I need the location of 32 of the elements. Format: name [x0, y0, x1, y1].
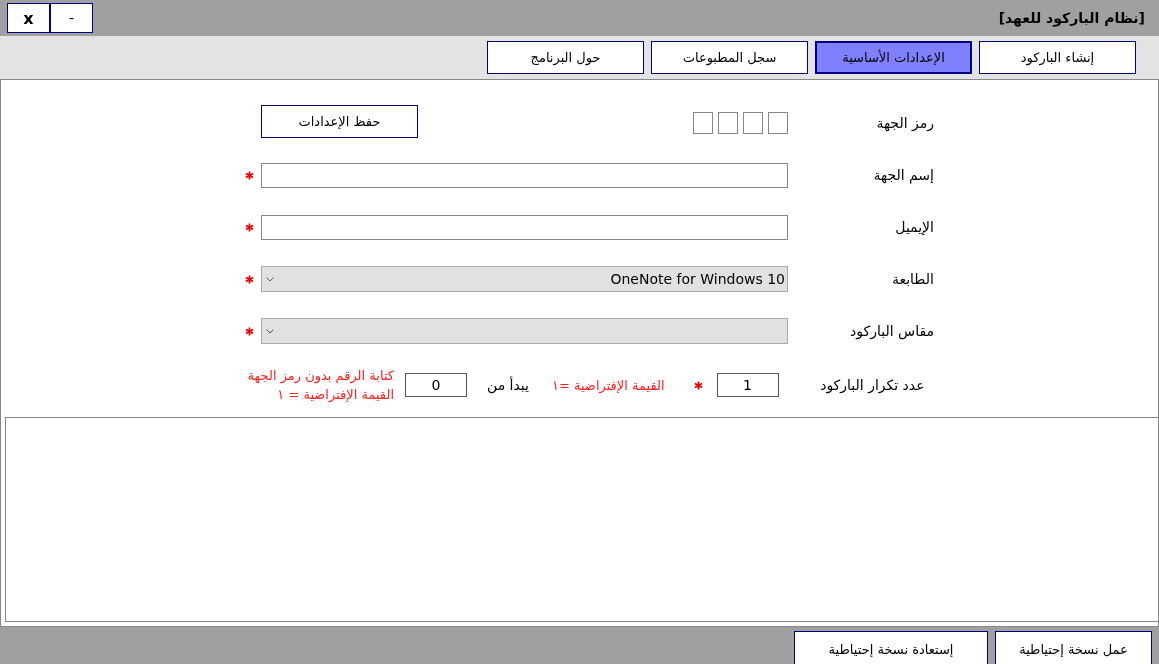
field-label: إسم الجهة: [872, 167, 934, 183]
code-field[interactable]: [743, 112, 763, 134]
chevron-icon: [266, 328, 274, 334]
tab[interactable]: حول البرنامج: [487, 41, 644, 74]
field-label: الإيميل: [894, 219, 934, 235]
start-field[interactable]: 0: [405, 373, 467, 397]
field-label: يبدأ من: [487, 377, 529, 393]
field-label: الطابعة: [890, 271, 934, 287]
window-title: [نظام الباركود للعهد]: [998, 10, 1145, 26]
chevron-icon: [266, 276, 274, 282]
field-label: مقاس الباركود: [849, 323, 934, 339]
hint-text: القيمة الإفتراضية =١: [551, 377, 665, 393]
minimize-button[interactable]: -: [50, 3, 93, 33]
code-field[interactable]: [768, 112, 788, 134]
hint-text: القيمة الإفتراضية = ١: [277, 387, 394, 402]
backup-button[interactable]: إستعادة نسخة إحتياطية: [794, 631, 988, 664]
repeat-field[interactable]: 1: [716, 373, 779, 397]
code-field[interactable]: [693, 112, 713, 134]
input-field[interactable]: [261, 162, 788, 188]
save-settings-button[interactable]: حفظ الإعدادات: [261, 105, 418, 138]
dropdown[interactable]: [261, 318, 788, 344]
tab[interactable]: إنشاء الباركود: [979, 41, 1136, 74]
field-label: عدد تكرار الباركود: [819, 377, 925, 393]
hint-text: كتابة الرقم بدون رمز الجهة: [247, 368, 394, 383]
dropdown[interactable]: OneNote for Windows 10: [261, 266, 788, 292]
backup-button[interactable]: عمل نسخة إحتياطية: [995, 631, 1152, 664]
tab[interactable]: سجل المطبوعات: [651, 41, 808, 74]
input-field[interactable]: [261, 214, 788, 240]
field-label: رمز الجهة: [875, 115, 934, 131]
tab[interactable]: الإعدادات الأساسية: [815, 41, 972, 74]
code-field[interactable]: [718, 112, 738, 134]
close-button[interactable]: x: [7, 3, 50, 33]
